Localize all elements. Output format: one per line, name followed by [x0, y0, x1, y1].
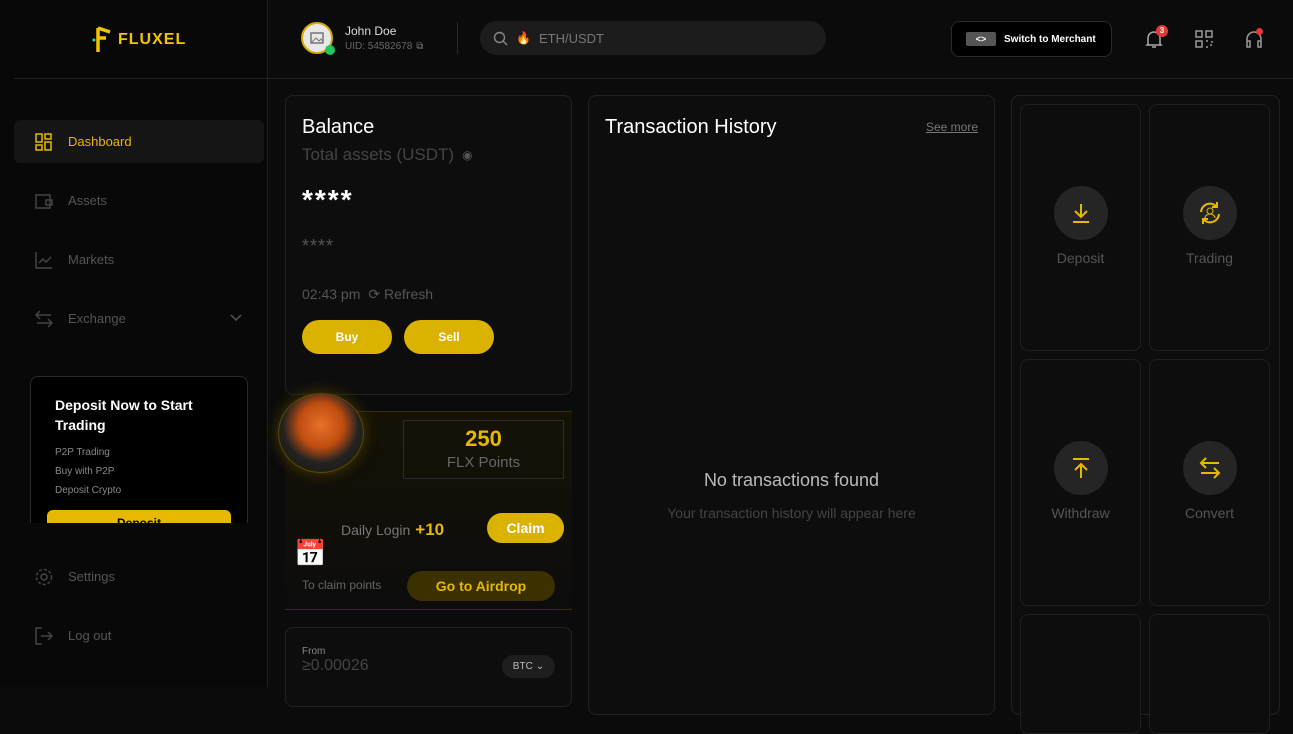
avatar[interactable]: [301, 22, 335, 55]
support-button[interactable]: [1244, 28, 1264, 54]
sidebar-item-label: Settings: [68, 569, 115, 584]
refresh-label: Refresh: [384, 286, 434, 302]
logo[interactable]: FLUXEL: [92, 26, 186, 54]
copy-icon[interactable]: ⧉: [416, 41, 423, 52]
search-value: ETH/USDT: [538, 30, 604, 46]
user-name: John Doe: [345, 24, 397, 38]
withdraw-action[interactable]: Withdraw: [1020, 359, 1141, 606]
buy-button[interactable]: Buy: [302, 320, 392, 354]
sell-button[interactable]: Sell: [404, 320, 494, 354]
sidebar-item-label: Dashboard: [68, 134, 132, 149]
deposit-icon: [1072, 204, 1089, 223]
balance-time: 02:43 pm: [302, 286, 361, 302]
convert-icon: [1199, 457, 1220, 479]
user-uid: UID: 54582678: [345, 41, 413, 52]
balance-title: Balance: [302, 116, 375, 138]
quick-actions-panel: Deposit Trading Withdraw Convert: [1011, 95, 1280, 734]
merchant-label: Switch to Merchant: [1004, 33, 1096, 45]
daily-bonus: +10: [415, 520, 445, 539]
header-divider: [14, 78, 1293, 79]
chart-icon: [35, 251, 52, 269]
qr-code-button[interactable]: [1195, 30, 1213, 53]
sidebar-item-exchange[interactable]: Exchange: [14, 297, 264, 340]
sidebar-item-settings[interactable]: Settings: [14, 555, 264, 598]
search-icon: [493, 31, 508, 45]
daily-login-label: Daily Login: [341, 522, 411, 538]
eye-icon[interactable]: ◉: [462, 148, 472, 162]
promo-deposit-button[interactable]: Deposit: [47, 510, 231, 523]
sidebar-item-label: Markets: [68, 252, 115, 267]
from-label: From: [302, 646, 326, 657]
promo-line: Deposit Crypto: [55, 485, 122, 496]
balance-sub-amount: ****: [302, 236, 335, 256]
sidebar-item-assets[interactable]: Assets: [14, 179, 264, 222]
transactions-title: Transaction History: [605, 116, 777, 138]
trading-icon: [1199, 202, 1220, 224]
action-label: Withdraw: [1051, 505, 1110, 521]
see-more-link[interactable]: See more: [926, 120, 978, 134]
action-label: Deposit: [1056, 250, 1105, 266]
deposit-action[interactable]: Deposit: [1020, 104, 1141, 351]
action-tile[interactable]: [1020, 614, 1141, 734]
balance-card: Balance Total assets (USDT) ◉ **** **** …: [285, 95, 572, 395]
action-label: Trading: [1186, 250, 1233, 266]
deposit-promo-card: Deposit Now to Start Trading P2P Trading…: [30, 376, 248, 523]
convert-action[interactable]: Convert: [1149, 359, 1270, 606]
calendar-icon: 📅: [294, 538, 327, 568]
from-amount-input[interactable]: ≥0.00026: [302, 657, 369, 675]
exchange-icon: [34, 309, 54, 328]
claim-button[interactable]: Claim: [487, 513, 564, 543]
fire-icon: 🔥: [516, 31, 531, 45]
trading-action[interactable]: Trading: [1149, 104, 1270, 351]
switch-to-merchant-button[interactable]: <> Switch to Merchant: [951, 21, 1112, 57]
currency-value: BTC: [512, 661, 533, 672]
sidebar-item-markets[interactable]: Markets: [14, 238, 264, 281]
withdraw-icon: [1072, 458, 1089, 478]
refresh-icon: ⟳: [368, 286, 381, 302]
currency-select[interactable]: BTC ⌄: [502, 655, 555, 678]
mascot-image: [278, 393, 364, 473]
sidebar-item-label: Log out: [68, 628, 112, 643]
divider: [457, 22, 458, 54]
empty-title: No transactions found: [703, 470, 880, 490]
online-indicator: [325, 45, 335, 55]
balance-subtitle: Total assets (USDT): [302, 145, 455, 164]
action-tile[interactable]: [1149, 614, 1270, 734]
convert-card: From ≥0.00026 BTC ⌄: [285, 627, 572, 707]
chevron-down-icon: ⌄: [535, 661, 545, 672]
action-label: Convert: [1184, 505, 1235, 521]
sidebar-item-label: Exchange: [68, 311, 126, 326]
wallet-icon: [35, 193, 53, 209]
transaction-history-card: Transaction History See more No transact…: [588, 95, 995, 715]
claim-hint: To claim points: [302, 578, 382, 592]
notification-badge: 3: [1156, 25, 1168, 37]
chevron-down-icon: [230, 314, 242, 322]
sidebar-item-label: Assets: [68, 193, 108, 208]
points-value: 250: [465, 426, 502, 451]
search-input[interactable]: 🔥 ETH/USDT: [480, 21, 826, 55]
promo-line: Buy with P2P: [55, 466, 115, 477]
points-label: FLX Points: [446, 454, 521, 471]
image-placeholder-icon: [310, 32, 324, 44]
promo-line: P2P Trading: [55, 447, 110, 458]
qr-code-icon: [1195, 30, 1213, 48]
points-box: 250 FLX Points: [403, 420, 564, 479]
logout-icon: [35, 626, 54, 645]
sidebar-item-dashboard[interactable]: Dashboard: [14, 120, 264, 163]
logo-icon: [92, 26, 111, 52]
refresh-button[interactable]: ⟳ Refresh: [368, 286, 433, 303]
empty-subtitle: Your transaction history will appear her…: [667, 505, 916, 521]
notification-button[interactable]: 3: [1144, 25, 1168, 54]
gear-icon: [35, 568, 53, 585]
code-toggle-icon: <>: [966, 32, 996, 46]
sidebar-item-logout[interactable]: Log out: [14, 614, 264, 657]
go-to-airdrop-button[interactable]: Go to Airdrop: [407, 571, 555, 601]
support-dot: [1256, 28, 1263, 35]
promo-title: Deposit Now to Start Trading: [55, 397, 193, 433]
brand-name: FLUXEL: [118, 31, 187, 48]
dashboard-icon: [35, 132, 52, 151]
balance-amount: ****: [302, 184, 354, 215]
